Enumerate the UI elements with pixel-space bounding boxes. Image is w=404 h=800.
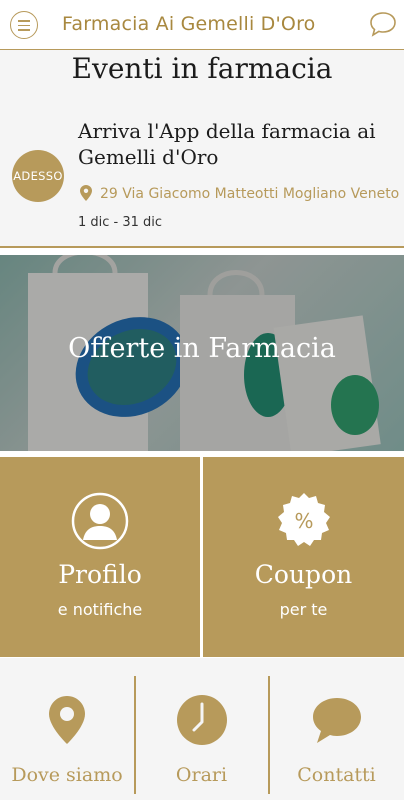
chat-bubble-icon[interactable]	[368, 9, 398, 39]
clock-icon	[176, 695, 227, 745]
where-button[interactable]: Dove siamo	[0, 658, 134, 800]
events-section-title: Eventi in farmacia	[71, 52, 333, 85]
coupon-tile[interactable]: % Coupon per te	[203, 457, 404, 657]
profile-sublabel: e notifiche	[57, 600, 143, 619]
percent-badge-icon: %	[277, 493, 330, 546]
app-title: Farmacia Ai Gemelli D'Oro	[62, 13, 316, 35]
event-dates: 1 dic - 31 dic	[78, 215, 163, 230]
hours-label: Orari	[175, 764, 228, 786]
profile-label: Profilo	[58, 560, 142, 589]
banner-title: Offerte in Farmacia	[68, 333, 336, 364]
profile-tile[interactable]: Profilo e notifiche	[0, 457, 200, 657]
coupon-sublabel: per te	[279, 600, 328, 619]
app-header: Farmacia Ai Gemelli D'Oro	[0, 0, 404, 50]
contacts-button[interactable]: Contatti	[269, 658, 404, 800]
user-avatar-icon	[71, 492, 129, 550]
event-title[interactable]: Arriva l'App della farmacia ai Gemelli d…	[78, 118, 398, 170]
chat-bubble-icon	[312, 698, 361, 743]
events-section: Eventi in farmacia ADESSO Arriva l'App d…	[0, 50, 404, 248]
hamburger-menu-icon[interactable]	[10, 11, 38, 39]
map-pin-icon	[80, 185, 92, 201]
bottom-actions: Dove siamo Orari Contatti	[0, 658, 404, 800]
hours-button[interactable]: Orari	[135, 658, 268, 800]
where-label: Dove siamo	[11, 764, 123, 786]
now-badge: ADESSO	[12, 150, 64, 202]
coupon-label: Coupon	[254, 560, 353, 589]
svg-text:%: %	[294, 509, 313, 533]
offers-banner[interactable]: Offerte in Farmacia	[0, 255, 404, 451]
contacts-label: Contatti	[297, 764, 376, 786]
event-location[interactable]: 29 Via Giacomo Matteotti Mogliano Veneto	[80, 185, 400, 207]
map-pin-icon	[49, 696, 85, 744]
event-location-text: 29 Via Giacomo Matteotti Mogliano Veneto	[100, 186, 400, 202]
